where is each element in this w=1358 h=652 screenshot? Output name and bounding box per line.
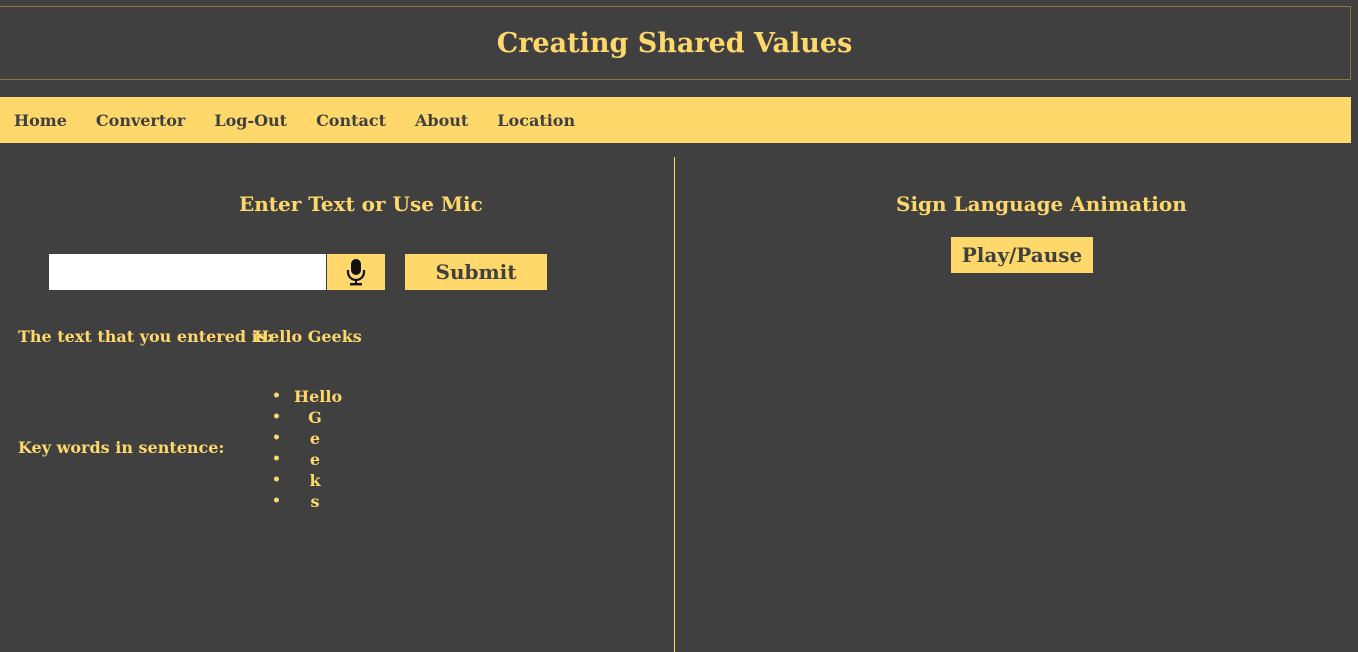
bullet-icon: • xyxy=(272,388,281,404)
text-input-heading: Enter Text or Use Mic xyxy=(239,192,483,216)
site-header: Creating Shared Values xyxy=(0,6,1351,80)
nav-item-home[interactable]: Home xyxy=(14,111,67,130)
nav-item-log-out[interactable]: Log-Out xyxy=(214,111,287,130)
nav-bar: Home Convertor Log-Out Contact About Loc… xyxy=(0,97,1351,143)
bullet-icon: • xyxy=(272,451,281,467)
entered-text-value: Hello Geeks xyxy=(254,327,362,346)
page-title: Creating Shared Values xyxy=(496,27,853,59)
bullet-icon: • xyxy=(272,472,281,488)
keyword: s xyxy=(310,492,320,511)
play-pause-button[interactable]: Play/Pause xyxy=(951,237,1093,273)
nav-item-contact[interactable]: Contact xyxy=(316,111,386,130)
submit-button[interactable]: Submit xyxy=(405,254,547,290)
entered-text-label: The text that you entered is: xyxy=(18,327,273,346)
text-input[interactable] xyxy=(49,254,326,290)
keyword: e xyxy=(309,429,321,448)
bullet-icon: • xyxy=(272,430,281,446)
bullet-icon: • xyxy=(272,409,281,425)
panel-divider xyxy=(674,157,675,652)
nav-item-location[interactable]: Location xyxy=(497,111,575,130)
nav-item-convertor[interactable]: Convertor xyxy=(96,111,185,130)
keyword: Hello xyxy=(294,387,343,406)
keywords-label: Key words in sentence: xyxy=(18,438,225,457)
bullet-icon: • xyxy=(272,493,281,509)
animation-heading: Sign Language Animation xyxy=(896,192,1187,216)
keyword: e xyxy=(309,450,321,469)
mic-button[interactable] xyxy=(327,254,385,290)
keyword: G xyxy=(308,408,322,427)
nav-item-about[interactable]: About xyxy=(415,111,468,130)
keyword: k xyxy=(309,471,321,490)
microphone-icon xyxy=(346,259,366,286)
